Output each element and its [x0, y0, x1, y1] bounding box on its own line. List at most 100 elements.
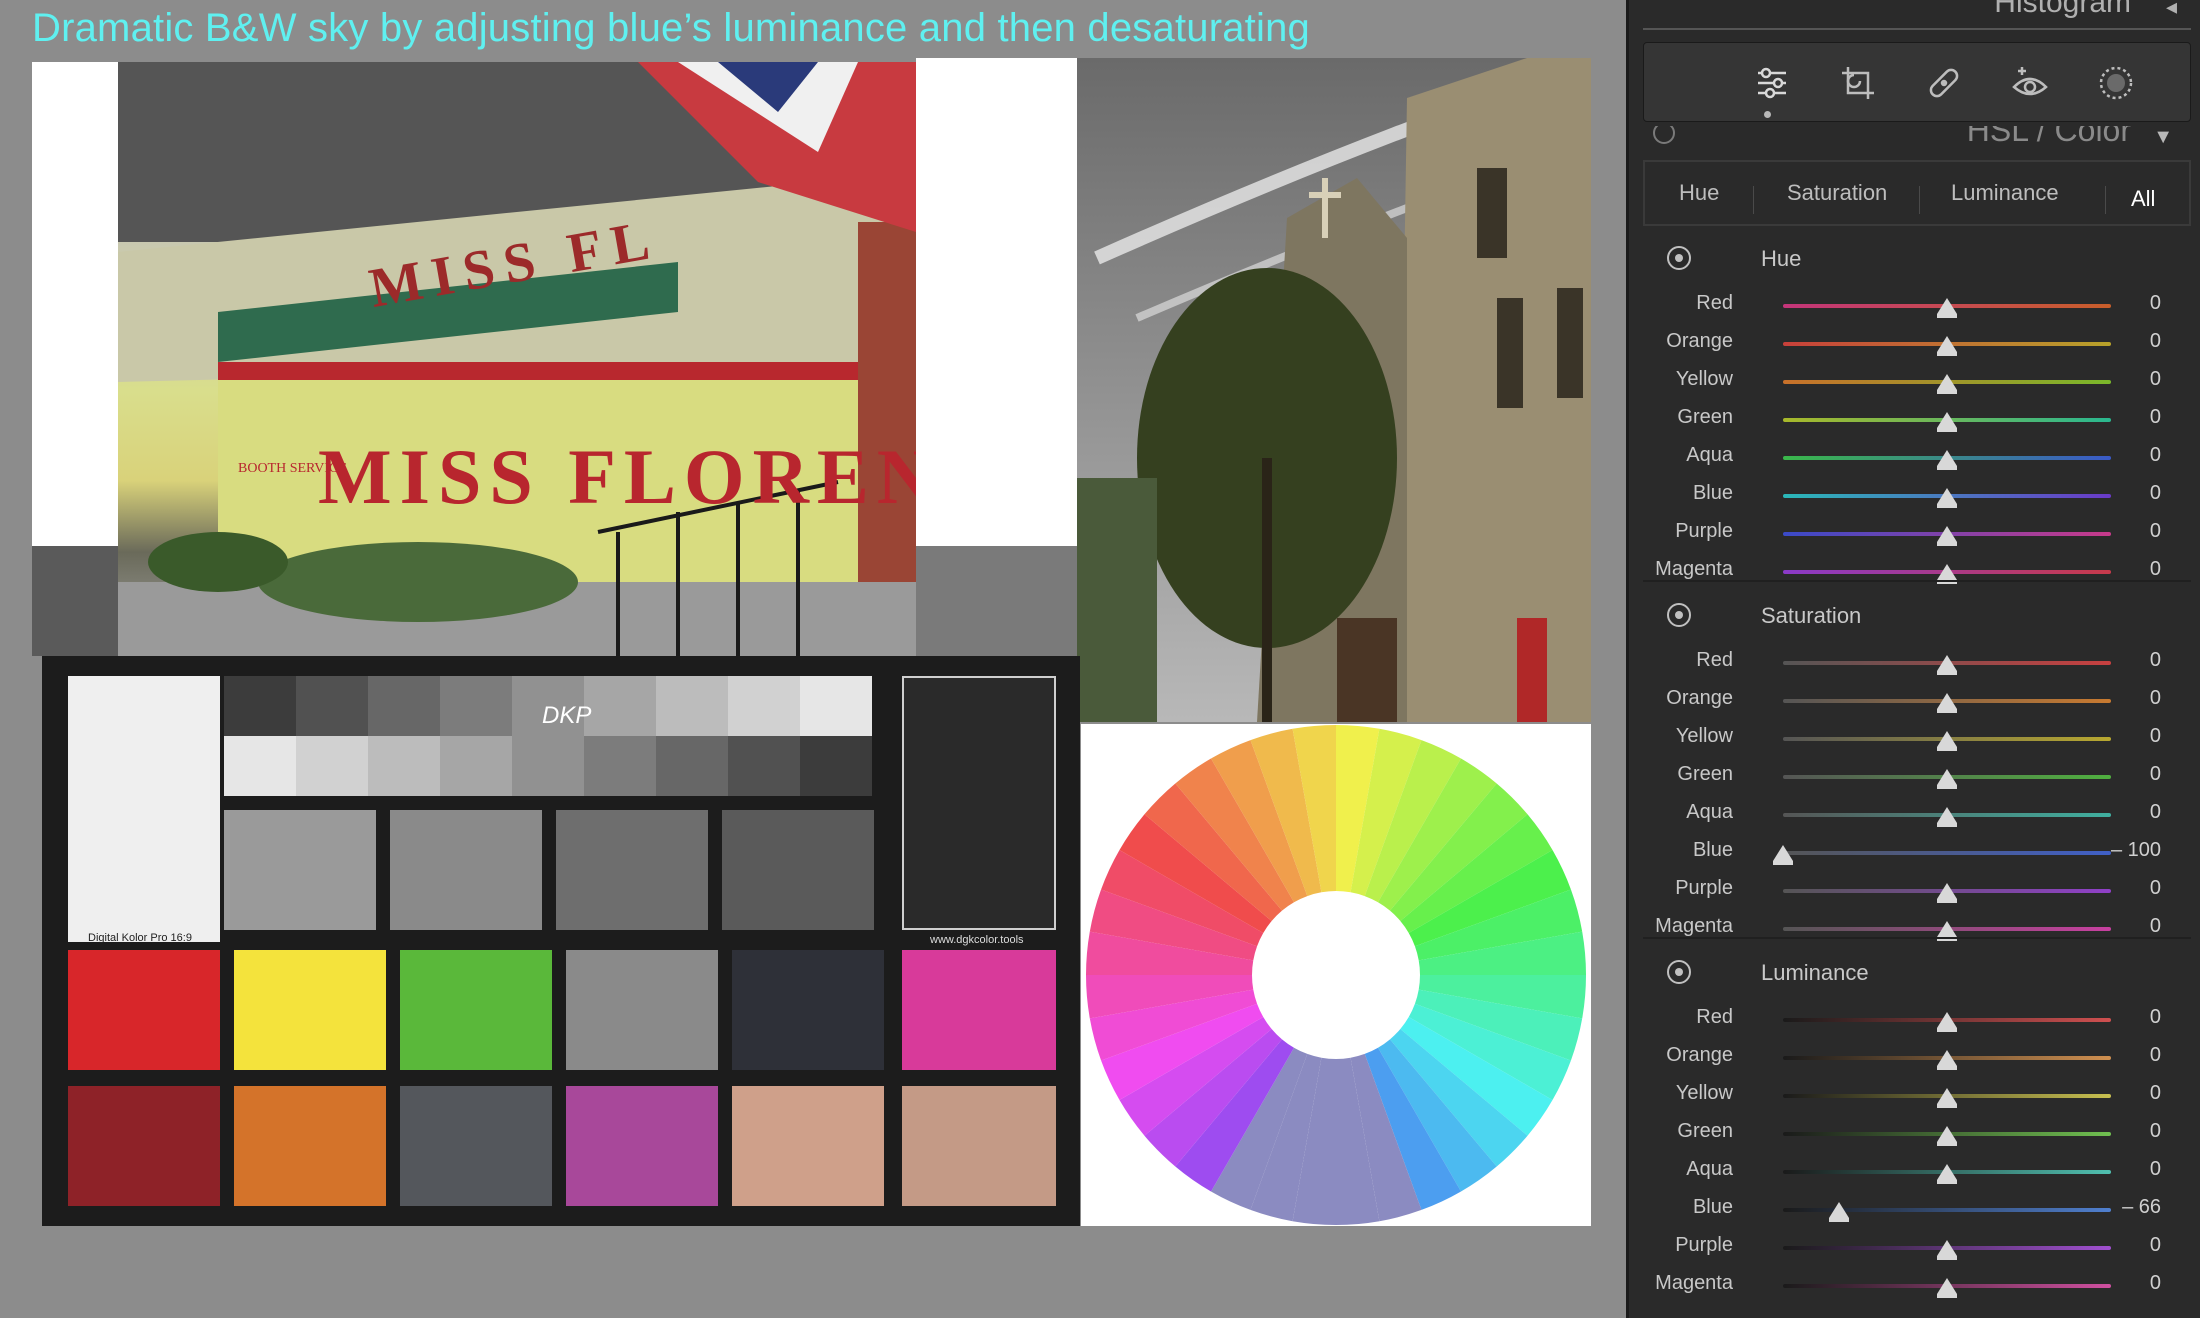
green-patch — [400, 950, 552, 1070]
slider-label: Orange — [1666, 687, 1733, 709]
slider-value[interactable]: 0 — [2150, 687, 2161, 710]
black-patch — [902, 676, 1056, 930]
slider-thumb[interactable] — [1773, 845, 1793, 865]
tab-luminance[interactable]: Luminance — [1951, 180, 2059, 206]
section-hue: Hue Red 0 Orange 0 Yellow 0 Green 0 Aqua 0 Blue 0 Pur… — [1643, 236, 2191, 584]
slider-value[interactable]: 0 — [2150, 1120, 2161, 1143]
healing-icon[interactable] — [1920, 59, 1968, 107]
slider-thumb[interactable] — [1937, 1278, 1957, 1298]
slider-thumb[interactable] — [1937, 1050, 1957, 1070]
histogram-header[interactable]: Histogram ◂ — [1643, 0, 2191, 30]
slider-thumb[interactable] — [1937, 921, 1957, 941]
slider-value[interactable]: 0 — [2150, 1158, 2161, 1181]
slider-row-saturation-magenta: Magenta 0 — [1643, 909, 2191, 947]
slider-thumb[interactable] — [1937, 1164, 1957, 1184]
slider-label: Purple — [1675, 1234, 1733, 1256]
gray-ramp-cell — [296, 736, 368, 796]
slider-row-saturation-blue: Blue – 100 — [1643, 833, 2191, 871]
red-eye-icon[interactable] — [2006, 59, 2054, 107]
white-backdrop-left — [32, 62, 118, 546]
hsl-tabs: Hue Saturation Luminance All — [1643, 160, 2191, 226]
tab-saturation[interactable]: Saturation — [1787, 180, 1887, 206]
section-luminance: Luminance Red 0 Orange 0 Yellow 0 Green 0 Aqua 0 Bl… — [1643, 950, 2191, 1298]
section-title: Luminance — [1761, 960, 1869, 985]
gray-ramp-cell — [440, 676, 512, 736]
slider-value[interactable]: – 100 — [2111, 839, 2161, 862]
slider-row-hue-red: Red 0 — [1643, 286, 2191, 324]
slider-thumb[interactable] — [1937, 1088, 1957, 1108]
histogram-collapse-icon[interactable]: ◂ — [2166, 0, 2177, 20]
slider-value[interactable]: 0 — [2150, 649, 2161, 672]
target-adjust-icon[interactable] — [1667, 603, 1691, 627]
slider-value[interactable]: 0 — [2150, 725, 2161, 748]
color-wheel — [1086, 725, 1586, 1225]
slider-value[interactable]: 0 — [2150, 558, 2161, 581]
slider-row-hue-green: Green 0 — [1643, 400, 2191, 438]
slider-value[interactable]: 0 — [2150, 915, 2161, 938]
slider-thumb[interactable] — [1937, 488, 1957, 508]
slider-thumb[interactable] — [1828, 1202, 1849, 1222]
slider-track[interactable] — [1783, 851, 2111, 855]
slider-thumb[interactable] — [1937, 526, 1957, 546]
section-title: Saturation — [1761, 603, 1862, 628]
slider-thumb[interactable] — [1937, 336, 1957, 356]
slider-value[interactable]: 0 — [2150, 1044, 2161, 1067]
slider-thumb[interactable] — [1937, 1012, 1957, 1032]
hsl-panel-header[interactable]: HSL / Color ▼ — [1643, 126, 2191, 154]
slider-thumb[interactable] — [1937, 1240, 1957, 1260]
chevron-down-icon[interactable]: ▼ — [2153, 126, 2173, 149]
masking-icon[interactable] — [2092, 59, 2140, 107]
tab-hue[interactable]: Hue — [1679, 180, 1719, 206]
slider-thumb[interactable] — [1937, 807, 1957, 827]
slider-value[interactable]: 0 — [2150, 801, 2161, 824]
color-checker-chart: Digital Kolor Pro 16:9 DKP www.dgkcolor.… — [42, 656, 1080, 1226]
slider-thumb[interactable] — [1937, 769, 1957, 789]
edit-sliders-icon[interactable] — [1748, 59, 1796, 107]
gray-ramp-cell — [440, 736, 512, 796]
gray-ramp-cell — [512, 736, 584, 796]
slider-value[interactable]: 0 — [2150, 763, 2161, 786]
slider-thumb[interactable] — [1937, 298, 1957, 318]
purple-patch — [566, 1086, 718, 1206]
slider-label: Magenta — [1655, 558, 1733, 580]
slider-value[interactable]: 0 — [2150, 482, 2161, 505]
diner-illustration: BOOTH SERVICE — [118, 62, 916, 660]
target-adjust-icon[interactable] — [1667, 246, 1691, 270]
slider-label: Blue — [1692, 839, 1733, 861]
slider-value[interactable]: 0 — [2150, 877, 2161, 900]
crop-icon[interactable] — [1834, 59, 1882, 107]
slider-row-luminance-blue: Blue – 66 — [1643, 1190, 2191, 1228]
slider-value[interactable]: 0 — [2150, 1272, 2161, 1295]
slider-row-saturation-aqua: Aqua 0 — [1643, 795, 2191, 833]
slider-value[interactable]: 0 — [2150, 444, 2161, 467]
slider-thumb[interactable] — [1937, 412, 1957, 432]
active-tool-indicator — [1764, 111, 1771, 118]
slider-value[interactable]: 0 — [2150, 1006, 2161, 1029]
slider-thumb[interactable] — [1937, 655, 1957, 675]
slider-value[interactable]: 0 — [2150, 406, 2161, 429]
gray-ramp-cell — [224, 676, 296, 736]
target-adjust-icon[interactable] — [1667, 960, 1691, 984]
slider-row-saturation-green: Green 0 — [1643, 757, 2191, 795]
slider-value[interactable]: 0 — [2150, 292, 2161, 315]
slider-value[interactable]: 0 — [2150, 330, 2161, 353]
tab-all[interactable]: All — [2131, 186, 2155, 212]
slider-thumb[interactable] — [1937, 374, 1957, 394]
slider-value[interactable]: 0 — [2150, 1234, 2161, 1257]
slider-thumb[interactable] — [1937, 693, 1957, 713]
slider-value[interactable]: 0 — [2150, 368, 2161, 391]
slider-value[interactable]: 0 — [2150, 520, 2161, 543]
slider-value[interactable]: 0 — [2150, 1082, 2161, 1105]
slider-thumb[interactable] — [1937, 883, 1957, 903]
slider-row-hue-orange: Orange 0 — [1643, 324, 2191, 362]
white-patch — [68, 676, 220, 942]
visibility-icon[interactable] — [1653, 126, 1675, 144]
slider-label: Yellow — [1675, 368, 1733, 390]
slider-thumb[interactable] — [1937, 1126, 1957, 1146]
slider-thumb[interactable] — [1937, 564, 1957, 584]
slider-value[interactable]: – 66 — [2122, 1196, 2161, 1219]
section-divider — [1643, 937, 2191, 939]
develop-panel: Histogram ◂ HSL / Color ▼ Hue Saturation… — [1626, 0, 2200, 1318]
slider-thumb[interactable] — [1937, 450, 1957, 470]
slider-thumb[interactable] — [1937, 731, 1957, 751]
